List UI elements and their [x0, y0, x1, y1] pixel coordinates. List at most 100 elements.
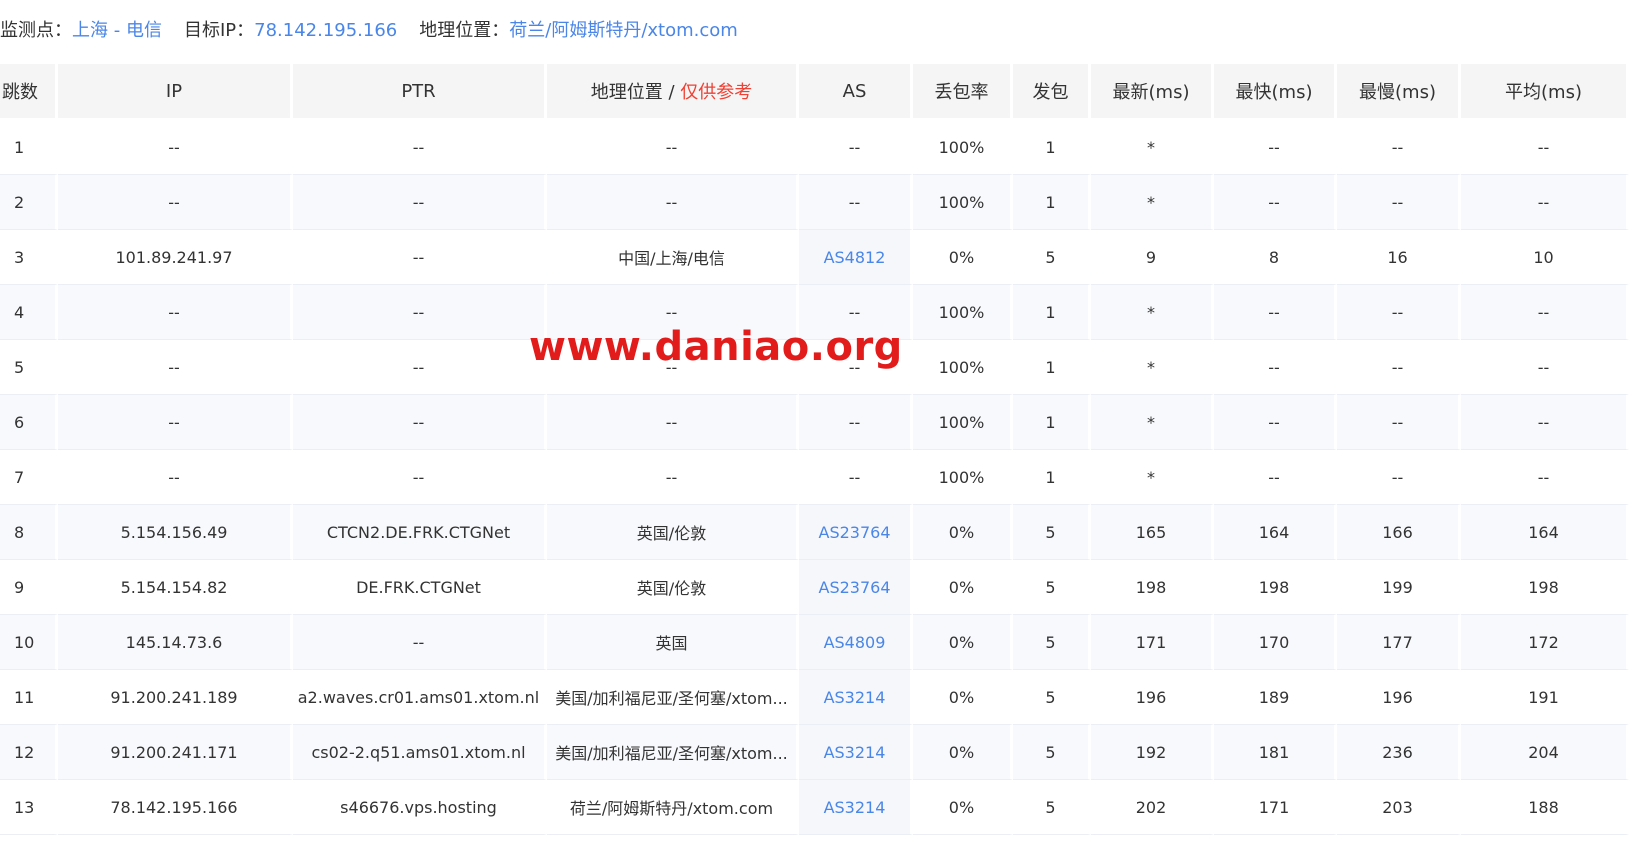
- cell-as: AS3214: [799, 780, 913, 835]
- cell-hop: 7: [0, 450, 58, 505]
- info-bar: 监测点：上海 - 电信 目标IP：78.142.195.166 地理位置：荷兰/…: [0, 14, 760, 44]
- as-link[interactable]: AS3214: [824, 688, 886, 707]
- cell-worst: 236: [1337, 725, 1461, 780]
- cell-last: *: [1091, 175, 1214, 230]
- cell-sent: 1: [1013, 450, 1091, 505]
- cell-best: --: [1214, 175, 1337, 230]
- header-ptr: PTR: [293, 64, 547, 120]
- cell-geo: --: [547, 120, 799, 175]
- cell-hop: 12: [0, 725, 58, 780]
- header-loss: 丢包率: [913, 64, 1013, 120]
- cell-worst: --: [1337, 175, 1461, 230]
- as-link[interactable]: AS3214: [824, 798, 886, 817]
- cell-best: 171: [1214, 780, 1337, 835]
- cell-last: 202: [1091, 780, 1214, 835]
- cell-avg: 172: [1461, 615, 1629, 670]
- cell-last: 192: [1091, 725, 1214, 780]
- cell-last: *: [1091, 120, 1214, 175]
- watermark: www.daniao.org: [529, 324, 903, 370]
- header-sent: 发包: [1013, 64, 1091, 120]
- monitor-label: 监测点：: [0, 20, 72, 41]
- cell-avg: --: [1461, 285, 1629, 340]
- header-ip: IP: [58, 64, 293, 120]
- cell-best: 189: [1214, 670, 1337, 725]
- cell-last: 171: [1091, 615, 1214, 670]
- cell-ptr: --: [293, 450, 547, 505]
- cell-worst: 166: [1337, 505, 1461, 560]
- cell-ip: 5.154.154.82: [58, 560, 293, 615]
- cell-geo: 美国/加利福尼亚/圣何塞/xtom...: [547, 670, 799, 725]
- cell-ptr: cs02-2.q51.ams01.xtom.nl: [293, 725, 547, 780]
- cell-ip: --: [58, 395, 293, 450]
- cell-last: *: [1091, 285, 1214, 340]
- header-geo: 地理位置 / 仅供参考: [547, 64, 799, 120]
- cell-ip: --: [58, 120, 293, 175]
- table-row: 2 -- -- -- -- 100% 1 * -- -- --: [0, 175, 1629, 230]
- cell-ptr: --: [293, 285, 547, 340]
- as-link[interactable]: AS4809: [824, 633, 886, 652]
- cell-loss: 0%: [913, 560, 1013, 615]
- cell-last: *: [1091, 340, 1214, 395]
- cell-ptr: a2.waves.cr01.ams01.xtom.nl: [293, 670, 547, 725]
- cell-sent: 5: [1013, 505, 1091, 560]
- table-row: 8 5.154.156.49 CTCN2.DE.FRK.CTGNet 英国/伦敦 AS2…: [0, 505, 1629, 560]
- cell-avg: 204: [1461, 725, 1629, 780]
- cell-loss: 100%: [913, 175, 1013, 230]
- cell-ptr: --: [293, 340, 547, 395]
- cell-best: 170: [1214, 615, 1337, 670]
- cell-last: 198: [1091, 560, 1214, 615]
- cell-geo: --: [547, 450, 799, 505]
- cell-last: 9: [1091, 230, 1214, 285]
- cell-sent: 5: [1013, 670, 1091, 725]
- target-label: 目标IP：: [183, 20, 255, 41]
- cell-loss: 0%: [913, 725, 1013, 780]
- cell-ptr: --: [293, 120, 547, 175]
- cell-last: 196: [1091, 670, 1214, 725]
- header-geo-note: 仅供参考: [680, 82, 753, 103]
- cell-hop: 11: [0, 670, 58, 725]
- cell-best: 198: [1214, 560, 1337, 615]
- as-link[interactable]: AS23764: [819, 578, 891, 597]
- cell-ip: 78.142.195.166: [58, 780, 293, 835]
- header-best: 最快(ms): [1214, 64, 1337, 120]
- header-avg: 平均(ms): [1461, 64, 1629, 120]
- table-row: 12 91.200.241.171 cs02-2.q51.ams01.xtom.nl…: [0, 725, 1629, 780]
- location-value[interactable]: 荷兰/阿姆斯特丹/xtom.com: [509, 20, 738, 41]
- as-link[interactable]: AS4812: [824, 248, 886, 267]
- cell-ip: 91.200.241.189: [58, 670, 293, 725]
- cell-best: --: [1214, 395, 1337, 450]
- cell-ip: --: [58, 175, 293, 230]
- cell-loss: 100%: [913, 340, 1013, 395]
- cell-loss: 0%: [913, 670, 1013, 725]
- cell-sent: 5: [1013, 780, 1091, 835]
- cell-ip: 5.154.156.49: [58, 505, 293, 560]
- cell-ip: --: [58, 285, 293, 340]
- cell-sent: 5: [1013, 560, 1091, 615]
- cell-loss: 0%: [913, 780, 1013, 835]
- as-link[interactable]: AS23764: [819, 523, 891, 542]
- table-row: 1 -- -- -- -- 100% 1 * -- -- --: [0, 120, 1629, 175]
- cell-worst: --: [1337, 395, 1461, 450]
- cell-loss: 100%: [913, 450, 1013, 505]
- cell-worst: --: [1337, 120, 1461, 175]
- cell-worst: --: [1337, 340, 1461, 395]
- target-value[interactable]: 78.142.195.166: [254, 20, 397, 41]
- cell-sent: 1: [1013, 340, 1091, 395]
- table-row: 9 5.154.154.82 DE.FRK.CTGNet 英国/伦敦 AS23764 0%…: [0, 560, 1629, 615]
- cell-best: --: [1214, 340, 1337, 395]
- header-as: AS: [799, 64, 913, 120]
- location-label: 地理位置：: [419, 20, 510, 41]
- as-link[interactable]: AS3214: [824, 743, 886, 762]
- cell-loss: 0%: [913, 615, 1013, 670]
- cell-last: *: [1091, 450, 1214, 505]
- cell-worst: 203: [1337, 780, 1461, 835]
- monitor-value[interactable]: 上海 - 电信: [72, 20, 162, 41]
- cell-worst: 16: [1337, 230, 1461, 285]
- cell-hop: 9: [0, 560, 58, 615]
- cell-ptr: s46676.vps.hosting: [293, 780, 547, 835]
- cell-loss: 0%: [913, 505, 1013, 560]
- cell-as: AS3214: [799, 725, 913, 780]
- traceroute-table: 跳数 IP PTR 地理位置 / 仅供参考 AS 丢包率 发包 最新(ms) 最…: [0, 64, 1629, 835]
- cell-sent: 1: [1013, 120, 1091, 175]
- cell-ptr: CTCN2.DE.FRK.CTGNet: [293, 505, 547, 560]
